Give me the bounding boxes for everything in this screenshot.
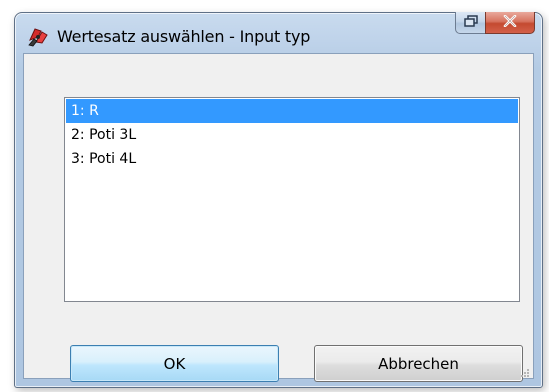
dialog-body: 1: R 2: Poti 3L 3: Poti 4L OK Abbrechen: [23, 53, 534, 382]
window-title: Wertesatz auswählen - Input typ: [57, 27, 311, 46]
ok-button[interactable]: OK: [70, 345, 279, 382]
title-bar[interactable]: Wertesatz auswählen - Input typ: [15, 12, 542, 53]
list-item-1[interactable]: 1: R: [66, 99, 518, 123]
dialog-window: Wertesatz auswählen - Input typ 1: R 2: …: [14, 12, 543, 388]
restore-button[interactable]: [455, 12, 485, 34]
screen: Wertesatz auswählen - Input typ 1: R 2: …: [0, 0, 549, 392]
app-icon: [27, 25, 49, 47]
input-type-listbox[interactable]: 1: R 2: Poti 3L 3: Poti 4L: [64, 97, 520, 302]
close-button[interactable]: [485, 12, 535, 34]
restore-icon: [463, 14, 478, 32]
list-item-2[interactable]: 2: Poti 3L: [66, 123, 518, 147]
caption-buttons: [455, 12, 535, 34]
resize-grip-icon[interactable]: [520, 365, 530, 377]
cancel-button[interactable]: Abbrechen: [314, 345, 523, 382]
list-item-3[interactable]: 3: Poti 4L: [66, 147, 518, 171]
close-icon: [503, 14, 517, 32]
